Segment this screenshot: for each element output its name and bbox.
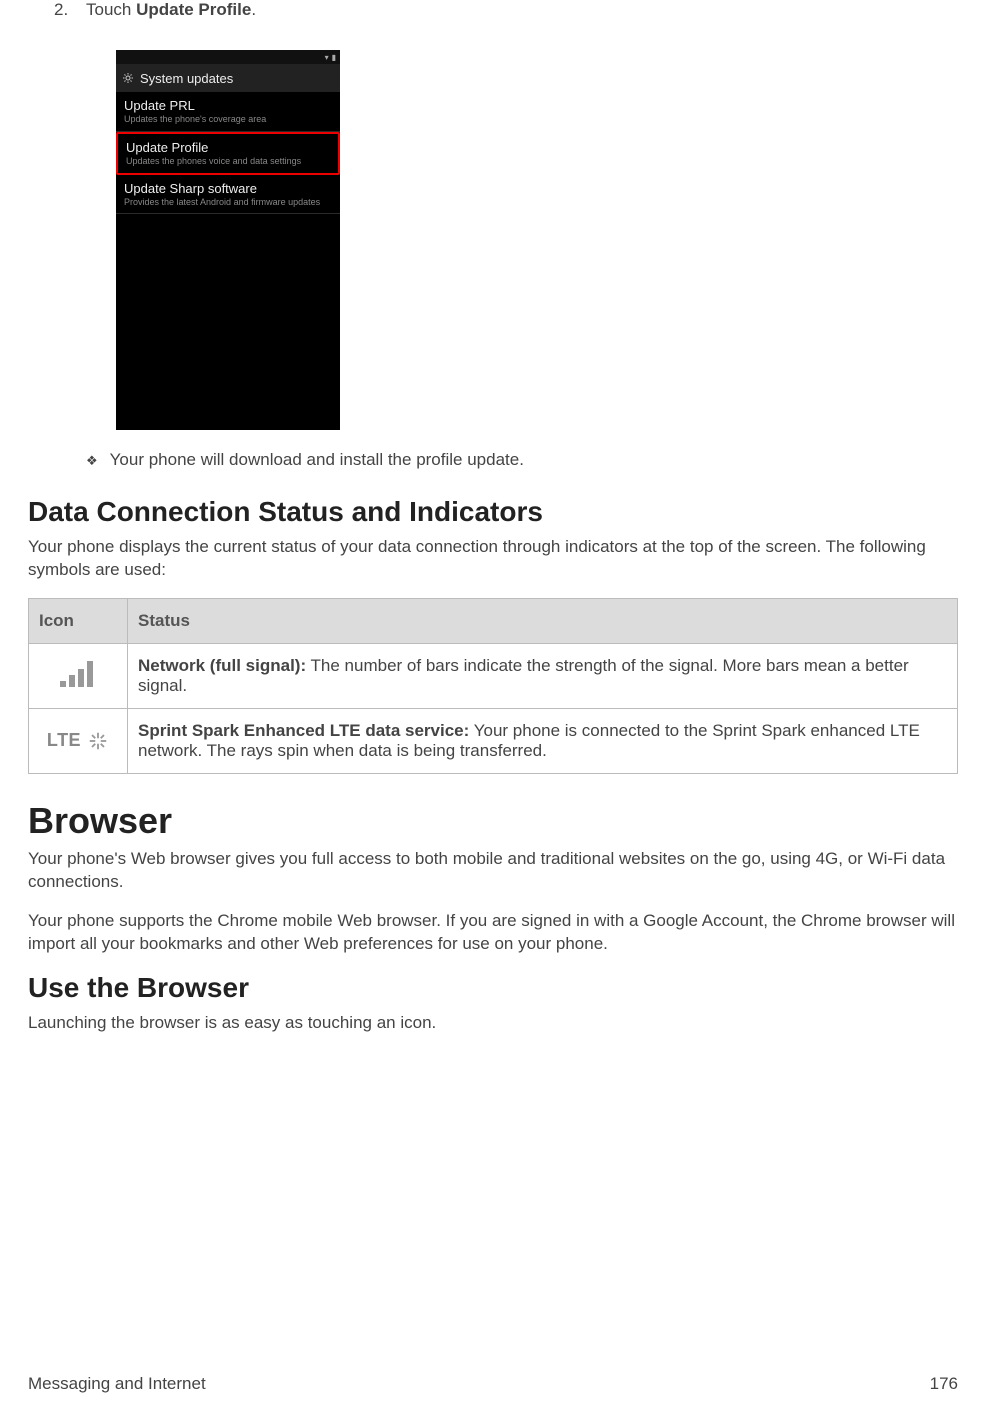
phone-frame: ▾ ▮ System updates Update PRL Updates th…: [116, 50, 340, 430]
paragraph-browser-1: Your phone's Web browser gives you full …: [28, 848, 958, 894]
result-bullet: ❖ Your phone will download and install t…: [86, 450, 958, 472]
status-icons-table: Icon Status Network (full signal): The n…: [28, 598, 958, 774]
table-row: LTE: [29, 708, 958, 773]
bullet-text: Your phone will download and install the…: [110, 450, 524, 470]
phone-item-title: Update Sharp software: [124, 181, 332, 196]
status-text: Network (full signal): The number of bar…: [128, 643, 958, 708]
phone-item-profile: Update Profile Updates the phones voice …: [116, 132, 340, 175]
phone-header-title: System updates: [140, 71, 233, 86]
heading-data-connection: Data Connection Status and Indicators: [28, 496, 958, 528]
phone-header: System updates: [116, 64, 340, 92]
paragraph-browser-2: Your phone supports the Chrome mobile We…: [28, 910, 958, 956]
heading-browser: Browser: [28, 800, 958, 842]
footer-page-number: 176: [930, 1374, 958, 1394]
table-header-row: Icon Status: [29, 598, 958, 643]
battery-icon: ▮: [332, 53, 336, 62]
phone-status-bar: ▾ ▮: [116, 50, 340, 64]
phone-item-prl: Update PRL Updates the phone's coverage …: [116, 92, 340, 132]
gear-icon: [122, 72, 134, 84]
heading-use-browser: Use the Browser: [28, 972, 958, 1004]
phone-item-software: Update Sharp software Provides the lates…: [116, 175, 340, 215]
phone-screenshot: ▾ ▮ System updates Update PRL Updates th…: [116, 50, 958, 430]
paragraph-data-connection: Your phone displays the current status o…: [28, 536, 958, 582]
paragraph-use-browser: Launching the browser is as easy as touc…: [28, 1012, 958, 1035]
page-footer: Messaging and Internet 176: [28, 1374, 958, 1394]
wifi-icon: ▾: [325, 53, 329, 62]
th-status: Status: [128, 598, 958, 643]
phone-item-title: Update Profile: [126, 140, 330, 155]
phone-item-sub: Updates the phones voice and data settin…: [126, 156, 330, 167]
step-2: 2. Touch Update Profile.: [54, 0, 958, 20]
lte-spark-icon: LTE: [29, 708, 128, 773]
table-row: Network (full signal): The number of bar…: [29, 643, 958, 708]
diamond-bullet-icon: ❖: [86, 450, 98, 472]
phone-item-title: Update PRL: [124, 98, 332, 113]
phone-item-sub: Provides the latest Android and firmware…: [124, 197, 332, 208]
footer-section: Messaging and Internet: [28, 1374, 206, 1394]
step-text: Touch Update Profile.: [86, 0, 256, 20]
signal-bars-icon: [29, 643, 128, 708]
status-text: Sprint Spark Enhanced LTE data service: …: [128, 708, 958, 773]
step-number: 2.: [54, 0, 86, 20]
th-icon: Icon: [29, 598, 128, 643]
phone-item-sub: Updates the phone's coverage area: [124, 114, 332, 125]
